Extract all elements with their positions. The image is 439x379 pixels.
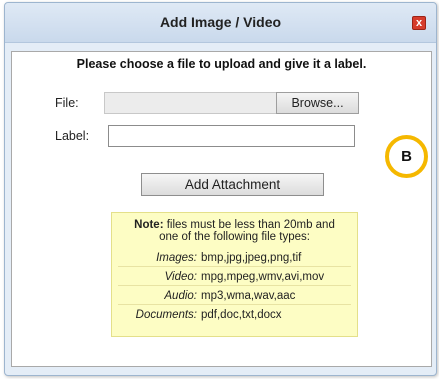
file-type-list: mp3,wma,wav,aac (201, 290, 296, 302)
add-image-video-dialog: Add Image / Video x Please choose a file… (4, 2, 437, 376)
callout-badge: B (385, 135, 428, 178)
file-type-name: Audio: (164, 290, 197, 302)
browse-button[interactable]: Browse... (276, 92, 359, 114)
file-type-row: Video: mpg,mpeg,wmv,avi,mov (118, 269, 351, 286)
file-label: File: (55, 96, 79, 110)
label-label: Label: (55, 129, 90, 143)
file-type-row: Images: bmp,jpg,jpeg,png,tif (118, 250, 351, 267)
instructions-text: Please choose a file to upload and give … (76, 57, 367, 71)
file-type-name: Video: (164, 271, 197, 283)
label-input[interactable] (108, 125, 355, 147)
file-type-list: pdf,doc,txt,docx (201, 309, 282, 321)
close-icon[interactable]: x (412, 16, 426, 30)
file-type-list: mpg,mpeg,wmv,avi,mov (201, 271, 325, 283)
file-requirements-note: Note: files must be less than 20mb and o… (111, 212, 358, 337)
note-line1: files must be less than 20mb and (163, 219, 335, 231)
note-header: Note: files must be less than 20mb and o… (112, 213, 357, 243)
dialog-content: Please choose a file to upload and give … (11, 51, 432, 367)
file-type-name: Images: (156, 252, 197, 264)
dialog-titlebar[interactable]: Add Image / Video x (5, 3, 436, 43)
file-type-name: Documents: (135, 309, 197, 321)
note-line2: one of the following file types: (159, 231, 310, 243)
file-type-row: Audio: mp3,wma,wav,aac (118, 288, 351, 305)
file-type-list: bmp,jpg,jpeg,png,tif (201, 252, 302, 264)
note-prefix: Note: (134, 219, 164, 231)
add-attachment-button[interactable]: Add Attachment (141, 173, 324, 196)
file-type-row: Documents: pdf,doc,txt,docx (118, 307, 351, 324)
dialog-title: Add Image / Video (159, 14, 282, 30)
